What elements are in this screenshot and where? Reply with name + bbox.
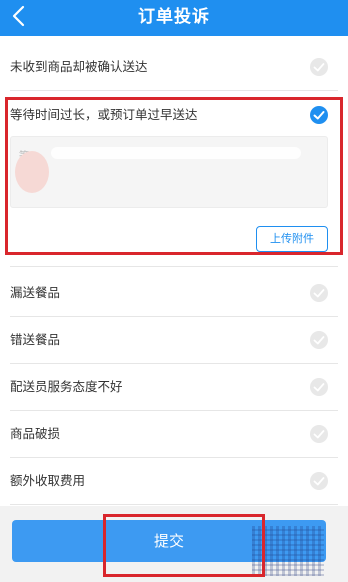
reason-item-wrong-items[interactable]: 错送餐品 [10, 317, 338, 364]
highlight-box-reason [5, 97, 343, 255]
reason-label: 漏送餐品 [10, 285, 61, 300]
highlight-box-submit [103, 514, 265, 577]
reason-item-bad-attitude[interactable]: 配送员服务态度不好 [10, 364, 338, 411]
reason-item-damaged[interactable]: 商品破损 [10, 411, 338, 458]
page-title: 订单投诉 [138, 7, 210, 27]
reason-label: 额外收取费用 [10, 473, 86, 488]
reason-item-extra-fee[interactable]: 额外收取费用 [10, 458, 338, 505]
check-circle-icon[interactable] [310, 331, 328, 349]
reason-label: 配送员服务态度不好 [10, 379, 123, 394]
reason-label: 未收到商品却被确认送达 [10, 59, 148, 74]
reason-label: 错送餐品 [10, 332, 61, 347]
check-circle-icon[interactable] [310, 425, 328, 443]
reason-label: 商品破损 [10, 426, 61, 441]
check-circle-icon[interactable] [310, 472, 328, 490]
reason-item-missing-items[interactable]: 漏送餐品 [10, 270, 338, 317]
reason-item-not-received[interactable]: 未收到商品却被确认送达 [10, 44, 338, 91]
check-circle-icon[interactable] [310, 284, 328, 302]
header-bar: 订单投诉 [0, 0, 348, 36]
check-circle-icon[interactable] [310, 58, 328, 76]
check-circle-icon[interactable] [310, 378, 328, 396]
